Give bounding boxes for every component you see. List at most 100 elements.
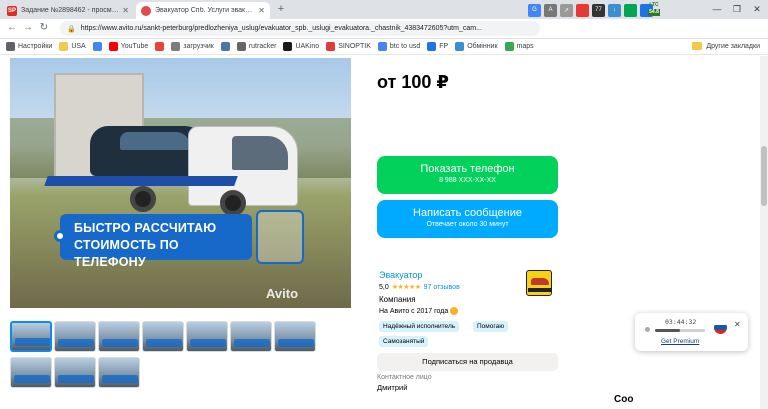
url-text: https://www.avito.ru/sankt-peterburg/pre… (80, 25, 482, 32)
uakino-icon (283, 42, 293, 51)
write-message-button[interactable]: Написать сообщение Отвечает около 30 мин… (377, 200, 558, 238)
bookmark-item[interactable]: FP (427, 42, 448, 51)
green-extension-icon[interactable] (624, 3, 637, 17)
thumbnail[interactable] (98, 321, 140, 352)
new-tab-button[interactable]: + (274, 3, 288, 16)
vpn-widget: 03:44:32 ✕ Get Premium (635, 313, 748, 351)
page-content: БЫСТРО РАССЧИТАЮ СТОИМОСТЬ ПО ТЕЛЕФОНУ A… (0, 56, 760, 409)
thumbnail[interactable] (274, 321, 316, 352)
bookmark-label: Настройки (18, 43, 53, 50)
thumbnail[interactable] (54, 357, 96, 388)
ltc-value: 54.8 (648, 9, 660, 16)
bookmark-label: UAKino (295, 43, 320, 50)
bookmark-item[interactable]: UAKino (283, 42, 319, 51)
price: от 100 ₽ (377, 72, 449, 92)
seller-rating: 5,0 ★★★★★ 97 отзывов (379, 283, 460, 292)
listing-main-photo[interactable]: БЫСТРО РАССЧИТАЮ СТОИМОСТЬ ПО ТЕЛЕФОНУ A… (10, 58, 351, 308)
bookmark-item[interactable]: maps (504, 42, 534, 51)
extension-icons: G A ↗ 77 ↓ (528, 2, 653, 18)
thumbnail[interactable] (54, 321, 96, 352)
avito-favicon-icon (141, 5, 151, 16)
seller-type: Компания (379, 295, 416, 304)
maximize-icon[interactable]: ❐ (730, 2, 744, 16)
bookmark-item[interactable]: SINOPTIK (326, 42, 371, 51)
bookmark-item[interactable]: USA (59, 42, 86, 51)
thumbnail[interactable] (10, 357, 52, 388)
seller-name-link[interactable]: Эвакуатор (379, 270, 422, 280)
bookmark-label: FP (439, 43, 449, 50)
response-time: Отвечает около 30 минут (426, 221, 509, 228)
thumbnail[interactable] (10, 321, 52, 352)
bookmark-label: Обмінник (467, 43, 498, 50)
folder-icon (59, 42, 69, 51)
counter-icon[interactable]: 77 (592, 3, 605, 17)
flag-icon[interactable] (576, 3, 589, 17)
minimize-icon[interactable]: — (710, 2, 724, 16)
masked-phone: 8 988 XXX-XX-XX (439, 177, 496, 184)
subscribe-button[interactable]: Подписаться на продавца (377, 353, 558, 371)
sinoptik-icon (326, 42, 336, 51)
other-bookmarks[interactable]: Другие закладки (692, 42, 760, 50)
page-scrollbar[interactable] (760, 56, 768, 409)
close-window-icon[interactable]: ✕ (750, 2, 764, 16)
thumbnail[interactable] (186, 321, 228, 352)
folder-icon (692, 42, 703, 50)
logo-text (528, 288, 551, 292)
badge-reliable: Надёжный исполнитель (379, 321, 460, 332)
bookmark-label: rutracker (248, 43, 277, 50)
bookmark-item[interactable] (92, 42, 102, 51)
translate-icon[interactable]: A (544, 3, 557, 17)
tab-task[interactable]: SP Задание №2898462 - просмотр з ✕ (2, 2, 134, 19)
bookmark-item[interactable]: btc to usd (377, 42, 421, 51)
bookmark-item[interactable]: загрузчик (171, 42, 214, 51)
bookmark-item[interactable]: Настройки (6, 42, 52, 51)
download-icon[interactable]: ↓ (608, 3, 621, 17)
show-phone-button[interactable]: Показать телефон 8 988 XXX-XX-XX (377, 156, 558, 194)
banner-line2: СТОИМОСТЬ ПО ТЕЛЕФОНУ (74, 238, 179, 269)
forward-icon[interactable]: → (22, 22, 34, 33)
share-icon[interactable]: ↗ (560, 3, 573, 17)
widget-close-icon[interactable]: ✕ (734, 320, 741, 329)
url-bar[interactable]: 🔒 https://www.avito.ru/sankt-peterburg/p… (60, 21, 540, 36)
address-toolbar: ← → ↻ 🔒 https://www.avito.ru/sankt-peter… (0, 19, 768, 39)
reviews-link[interactable]: 97 отзывов (424, 284, 460, 291)
ltc-label: LTC (649, 2, 659, 8)
thumbnail[interactable] (142, 321, 184, 352)
seller-since: На Авито с 2017 года (379, 307, 459, 315)
ltc-ticker[interactable]: LTC 54.8 (648, 2, 660, 17)
google-icon (377, 42, 387, 51)
tab-avito[interactable]: Эвакуатор Спб. Услуги эвакуатор ✕ (136, 2, 270, 19)
back-icon[interactable]: ← (6, 22, 18, 33)
bookmark-label: SINOPTIK (338, 43, 371, 50)
close-tab-icon[interactable]: ✕ (122, 6, 129, 15)
vk-icon (220, 42, 230, 51)
write-message-label: Написать сообщение (413, 207, 522, 219)
bookmark-item[interactable] (220, 42, 230, 51)
phone-calculator-icon (256, 210, 304, 264)
tab-title: Задание №2898462 - просмотр з (21, 7, 120, 14)
russia-flag-icon[interactable] (714, 321, 727, 334)
bookmark-label: btc to usd (389, 43, 421, 50)
close-tab-icon[interactable]: ✕ (258, 6, 265, 15)
lock-icon: 🔒 (67, 25, 76, 33)
bookmark-label: загрузчик (183, 43, 214, 50)
scrollbar-thumb[interactable] (761, 146, 767, 206)
tow-platform (44, 176, 238, 186)
seller-logo[interactable] (526, 270, 552, 296)
google-icon[interactable]: G (528, 3, 541, 17)
window-controls: — ❐ ✕ (710, 2, 764, 16)
rutracker-icon (236, 42, 246, 51)
bookmark-item[interactable]: rutracker (236, 42, 277, 51)
thumbnail[interactable] (230, 321, 272, 352)
thumbnail[interactable] (98, 357, 140, 388)
get-premium-link[interactable]: Get Premium (661, 338, 699, 345)
reload-icon[interactable]: ↻ (38, 22, 50, 33)
bookmark-item[interactable]: YouTube (108, 42, 148, 51)
rating-value: 5,0 (379, 283, 389, 291)
avito-watermark: Avito (266, 286, 299, 301)
bookmark-item[interactable]: Обмінник (455, 42, 498, 51)
medal-icon (450, 307, 459, 315)
bookmark-item[interactable] (155, 42, 165, 51)
exchange-icon (455, 42, 465, 51)
other-bookmarks-label: Другие закладки (706, 42, 760, 50)
